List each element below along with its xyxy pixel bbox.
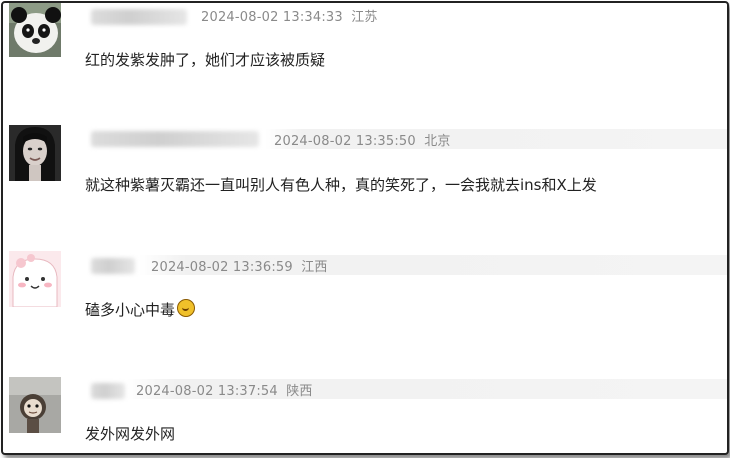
comment-text: 磕多小心中毒 [85, 301, 176, 319]
comment-meta: 2024-08-02 13:35:50 北京 [274, 130, 455, 149]
timestamp: 2024-08-02 13:34:33 [201, 10, 343, 25]
comment-meta: 2024-08-02 13:36:59 江西 [151, 256, 332, 275]
username-blurred[interactable] [91, 383, 125, 399]
laugh-emoji-icon [177, 299, 196, 317]
username-blurred[interactable] [91, 258, 135, 274]
location: 陕西 [286, 384, 313, 399]
comment-text: 就这种紫薯灭霸还一直叫别人有色人种，真的笑死了，一会我就去ins和X上发 [85, 176, 597, 194]
timestamp: 2024-08-02 13:37:54 [136, 384, 278, 399]
comment-meta: 2024-08-02 13:37:54 陕西 [136, 380, 317, 399]
comment-list: 2024-08-02 13:34:33 江苏 红的发紫发肿了，她们才应该被质疑 … [1, 1, 729, 455]
woman-avatar[interactable] [9, 125, 61, 181]
username-blurred[interactable] [91, 131, 259, 147]
comment-text: 红的发紫发肿了，她们才应该被质疑 [85, 51, 326, 69]
timestamp: 2024-08-02 13:36:59 [151, 260, 293, 275]
comment-text: 发外网发外网 [85, 425, 176, 443]
comment-meta: 2024-08-02 13:34:33 江苏 [201, 6, 382, 25]
comment-text-row: 磕多小心中毒 [85, 299, 196, 320]
location: 江西 [301, 260, 328, 275]
timestamp: 2024-08-02 13:35:50 [274, 134, 416, 149]
location: 北京 [424, 134, 451, 149]
location: 江苏 [351, 10, 378, 25]
panda-avatar[interactable] [9, 3, 61, 57]
username-blurred[interactable] [91, 9, 187, 25]
cartoon-face-avatar[interactable] [9, 377, 61, 433]
pink-cartoon-avatar[interactable] [9, 251, 61, 307]
